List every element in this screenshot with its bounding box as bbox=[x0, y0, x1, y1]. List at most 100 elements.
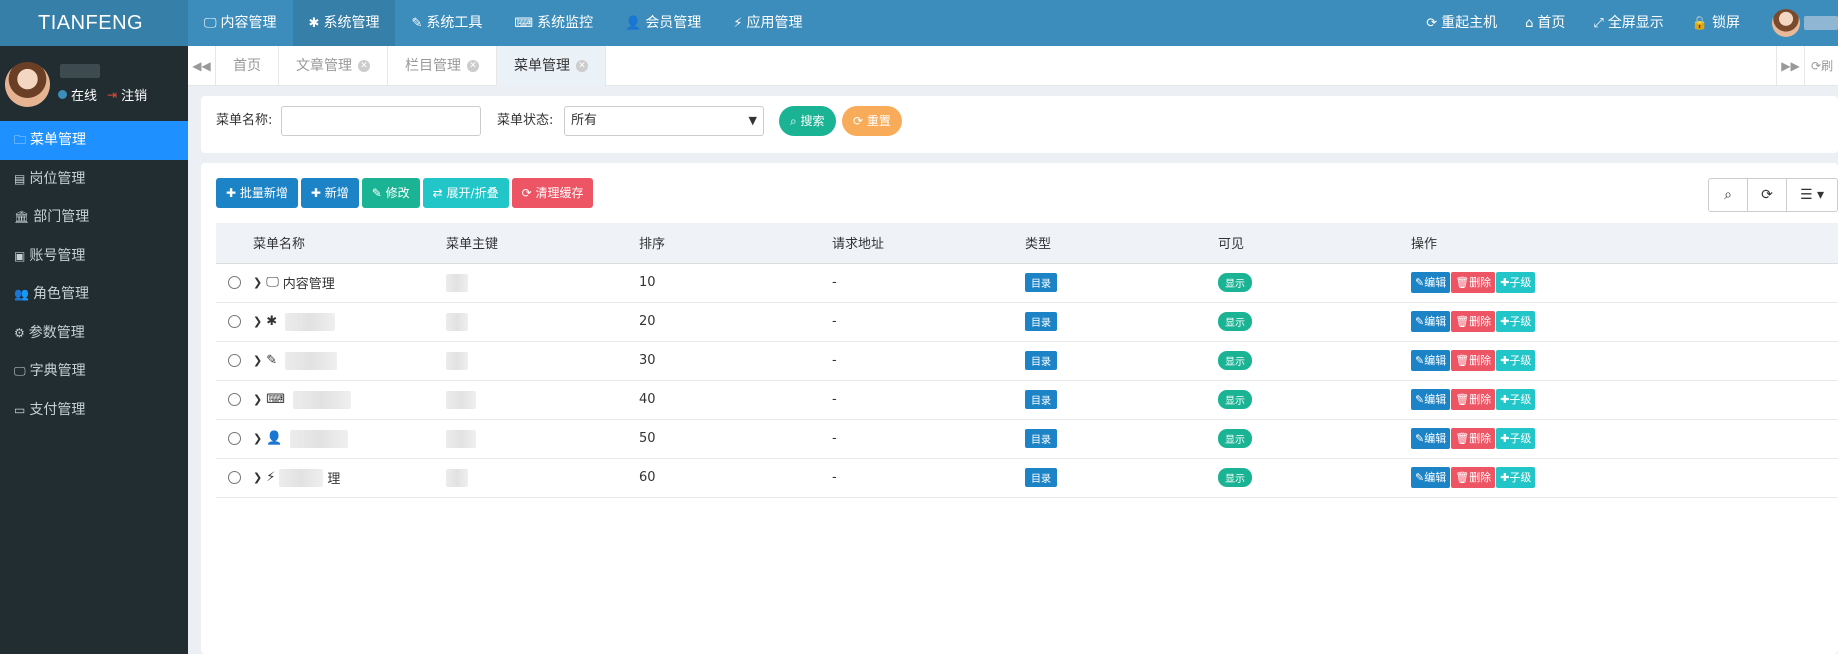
menu-id-redacted bbox=[446, 351, 468, 370]
menu-status-label: 菜单状态: bbox=[497, 113, 554, 128]
tab-menu[interactable]: 菜单管理 ✕ bbox=[497, 46, 606, 86]
batch-add-button[interactable]: ✚ 批量新增 bbox=[216, 178, 298, 208]
row-radio[interactable] bbox=[228, 432, 241, 445]
trash-icon: 🗑 bbox=[1455, 276, 1470, 289]
column-header[interactable]: 请求地址 bbox=[832, 223, 1025, 264]
edit-button[interactable]: ✎编辑 bbox=[1411, 389, 1451, 410]
delete-button[interactable]: 🗑删除 bbox=[1451, 272, 1496, 293]
close-icon[interactable]: ✕ bbox=[358, 60, 370, 72]
add-child-button[interactable]: ✚子级 bbox=[1496, 467, 1536, 488]
column-header[interactable]: 菜单名称 bbox=[253, 223, 446, 264]
chevron-right-icon[interactable]: ❯ bbox=[253, 432, 262, 445]
table-row[interactable]: ❯ ⚡ 理 60 - 目录 显示 ✎编辑 🗑删除 ✚子级 bbox=[216, 458, 1838, 498]
table-row[interactable]: ❯ 🖵 内容管理 10 - 目录 显示 ✎编辑 🗑删除 ✚子级 bbox=[216, 263, 1838, 303]
nav-members[interactable]: 👤 会员管理 bbox=[609, 0, 717, 46]
add-child-button[interactable]: ✚子级 bbox=[1496, 311, 1536, 332]
tabs-scroll-left-icon[interactable]: ◀◀ bbox=[188, 46, 216, 86]
sidebar-item-config[interactable]: ⚙ 参数管理 bbox=[0, 314, 188, 353]
fullscreen-button[interactable]: ⤢ 全屏显示 bbox=[1579, 0, 1677, 46]
column-header[interactable]: 类型 bbox=[1025, 223, 1218, 264]
sidebar-item-pay[interactable]: ▭ 支付管理 bbox=[0, 391, 188, 430]
row-radio[interactable] bbox=[228, 276, 241, 289]
edit-button[interactable]: ✎编辑 bbox=[1411, 272, 1451, 293]
sidebar-item-post[interactable]: ▤ 岗位管理 bbox=[0, 160, 188, 199]
logout-link[interactable]: 注销 bbox=[121, 85, 147, 104]
delete-button[interactable]: 🗑删除 bbox=[1451, 350, 1496, 371]
expand-collapse-button[interactable]: ⇄ 展开/折叠 bbox=[422, 178, 509, 208]
sidebar-item-role[interactable]: 👥 角色管理 bbox=[0, 275, 188, 314]
nav-apps[interactable]: ⚡ 应用管理 bbox=[717, 0, 818, 46]
column-header[interactable]: 排序 bbox=[639, 223, 832, 264]
nav-content[interactable]: 🖵 内容管理 bbox=[188, 0, 293, 46]
nav-tools[interactable]: ✎ 系统工具 bbox=[395, 0, 498, 46]
menu-table: 菜单名称 菜单主键 排序 请求地址 类型 可见 操作 ❯ 🖵 内容管理 10 - 目… bbox=[216, 223, 1838, 498]
add-child-button[interactable]: ✚子级 bbox=[1496, 272, 1536, 293]
clear-cache-button[interactable]: ⟳ 清理缓存 bbox=[511, 178, 594, 208]
table-row[interactable]: ❯ ⌨ 40 - 目录 显示 ✎编辑 🗑删除 ✚子级 bbox=[216, 380, 1838, 420]
fullscreen-icon: ⤢ bbox=[1593, 16, 1604, 31]
row-radio[interactable] bbox=[228, 393, 241, 406]
avatar bbox=[1772, 9, 1800, 37]
tab-refresh-button[interactable]: ⟳刷 bbox=[1804, 46, 1838, 86]
column-header[interactable]: 菜单主键 bbox=[446, 223, 639, 264]
add-child-button[interactable]: ✚子级 bbox=[1496, 389, 1536, 410]
sidebar-item-menu[interactable]: 🗀 菜单管理 bbox=[0, 121, 188, 160]
gear-icon: ✱ bbox=[308, 16, 320, 31]
close-icon[interactable]: ✕ bbox=[576, 60, 588, 72]
row-radio[interactable] bbox=[228, 354, 241, 367]
user-menu[interactable] bbox=[1754, 0, 1838, 46]
sidebar-item-dept[interactable]: 🏛 部门管理 bbox=[0, 198, 188, 237]
close-icon[interactable]: ✕ bbox=[467, 60, 479, 72]
columns-button[interactable]: ☰ ▾ bbox=[1787, 179, 1837, 211]
table-row[interactable]: ❯ ✱ 20 - 目录 显示 ✎编辑 🗑删除 ✚子级 bbox=[216, 302, 1838, 342]
lock-screen-button[interactable]: 🔒 锁屏 bbox=[1678, 0, 1754, 46]
delete-button[interactable]: 🗑删除 bbox=[1451, 311, 1496, 332]
search-button[interactable]: ⌕ 搜索 bbox=[779, 106, 836, 136]
table-row[interactable]: ❯ 👤 50 - 目录 显示 ✎编辑 🗑删除 ✚子级 bbox=[216, 419, 1838, 459]
table-header-row: 菜单名称 菜单主键 排序 请求地址 类型 可见 操作 bbox=[216, 223, 1838, 264]
sidebar-item-dict[interactable]: 🖵 字典管理 bbox=[0, 352, 188, 391]
refresh-table-button[interactable]: ⟳ bbox=[1748, 179, 1787, 211]
tabs-scroll-right-icon[interactable]: ▶▶ bbox=[1776, 46, 1804, 86]
nav-monitor[interactable]: ⌨ 系统监控 bbox=[498, 0, 609, 46]
add-child-button[interactable]: ✚子级 bbox=[1496, 428, 1536, 449]
edit-button[interactable]: ✎编辑 bbox=[1411, 350, 1451, 371]
chevron-right-icon[interactable]: ❯ bbox=[253, 354, 262, 367]
tab-home[interactable]: 首页 bbox=[216, 46, 279, 86]
table-row[interactable]: ❯ ✎ 30 - 目录 显示 ✎编辑 🗑删除 ✚子级 bbox=[216, 341, 1838, 381]
chevron-right-icon[interactable]: ❯ bbox=[253, 276, 262, 289]
logout-icon[interactable]: ⇥ bbox=[107, 88, 117, 102]
chevron-right-icon[interactable]: ❯ bbox=[253, 471, 262, 484]
edit-button[interactable]: ✎编辑 bbox=[1411, 467, 1451, 488]
edit-button[interactable]: ✎ 修改 bbox=[361, 178, 420, 208]
toggle-search-button[interactable]: ⌕ bbox=[1709, 179, 1748, 211]
menu-name-input[interactable] bbox=[281, 106, 481, 136]
menu-name: 理 bbox=[327, 472, 341, 487]
app-logo[interactable]: TIANFENG bbox=[0, 0, 188, 46]
add-button[interactable]: ✚ 新增 bbox=[300, 178, 359, 208]
restart-host-button[interactable]: ⟳ 重起主机 bbox=[1412, 0, 1511, 46]
delete-button[interactable]: 🗑删除 bbox=[1451, 467, 1496, 488]
page-tabs: ◀◀ 首页 文章管理 ✕ 栏目管理 ✕ 菜单管理 ✕ ▶▶ ⟳刷 bbox=[188, 46, 1838, 86]
tab-article[interactable]: 文章管理 ✕ bbox=[279, 46, 388, 86]
visible-badge: 显示 bbox=[1218, 312, 1252, 331]
edit-button[interactable]: ✎编辑 bbox=[1411, 428, 1451, 449]
account-card-icon: ▣ bbox=[14, 248, 26, 263]
delete-button[interactable]: 🗑删除 bbox=[1451, 389, 1496, 410]
sidebar-item-account[interactable]: ▣ 账号管理 bbox=[0, 237, 188, 276]
delete-button[interactable]: 🗑删除 bbox=[1451, 428, 1496, 449]
tab-column[interactable]: 栏目管理 ✕ bbox=[388, 46, 497, 86]
add-child-button[interactable]: ✚子级 bbox=[1496, 350, 1536, 371]
row-radio[interactable] bbox=[228, 471, 241, 484]
menu-name-redacted bbox=[292, 390, 351, 409]
menu-status-select[interactable]: 所有 ▼ bbox=[564, 106, 764, 136]
bank-icon: 🏛 bbox=[14, 210, 30, 224]
edit-button[interactable]: ✎编辑 bbox=[1411, 311, 1451, 332]
chevron-right-icon[interactable]: ❯ bbox=[253, 315, 262, 328]
chevron-right-icon[interactable]: ❯ bbox=[253, 393, 262, 406]
nav-system[interactable]: ✱ 系统管理 bbox=[292, 0, 396, 46]
row-radio[interactable] bbox=[228, 315, 241, 328]
home-button[interactable]: ⌂ 首页 bbox=[1511, 0, 1579, 46]
reset-button[interactable]: ⟳ 重置 bbox=[842, 106, 902, 136]
column-header[interactable]: 可见 bbox=[1218, 223, 1411, 264]
